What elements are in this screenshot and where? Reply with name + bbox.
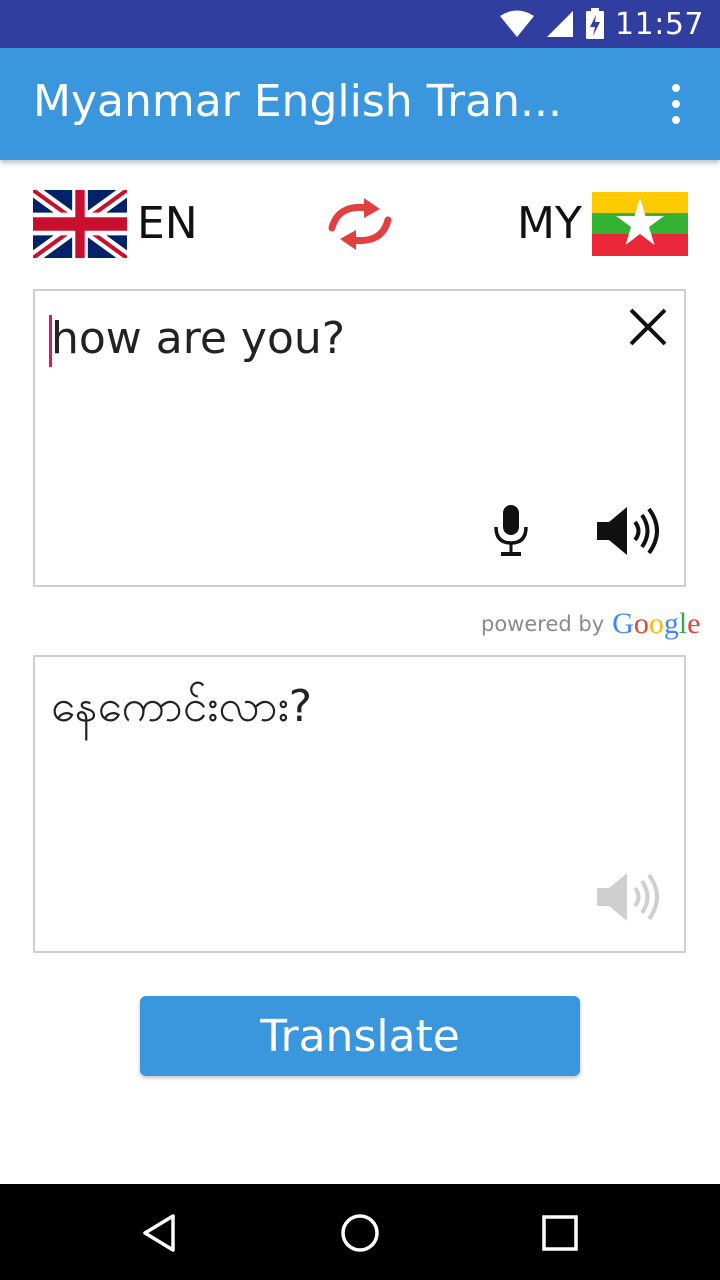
navigation-bar xyxy=(0,1184,720,1280)
translate-button[interactable]: Translate xyxy=(140,996,580,1076)
close-icon[interactable] xyxy=(626,305,670,349)
wifi-icon xyxy=(500,10,535,37)
google-letter: l xyxy=(678,607,688,640)
status-bar: 11:57 xyxy=(0,0,720,48)
recents-icon[interactable] xyxy=(539,1212,581,1254)
myanmar-flag-icon[interactable] xyxy=(592,192,688,256)
signal-icon xyxy=(547,11,574,37)
powered-by-label: powered by xyxy=(481,612,605,636)
translated-text: နေကောင်းလား? xyxy=(51,681,313,732)
google-letter: o xyxy=(633,607,649,640)
battery-charging-icon xyxy=(586,8,605,39)
google-letter: g xyxy=(663,607,679,640)
source-language-code[interactable]: EN xyxy=(137,198,198,249)
target-language-code[interactable]: MY xyxy=(517,198,582,249)
language-selector-row: EN MY xyxy=(0,186,720,262)
mic-icon[interactable] xyxy=(493,505,529,557)
speaker-icon[interactable] xyxy=(595,505,663,557)
google-letter: o xyxy=(648,607,664,640)
app-title: Myanmar English Tran... xyxy=(33,76,562,127)
google-letter: e xyxy=(687,607,701,640)
app-bar: Myanmar English Tran... xyxy=(0,48,720,160)
home-icon[interactable] xyxy=(339,1212,381,1254)
powered-by-google: powered by Google xyxy=(481,604,700,644)
uk-flag-icon[interactable] xyxy=(33,190,127,258)
speaker-icon[interactable] xyxy=(595,871,663,923)
swap-icon[interactable] xyxy=(324,194,396,254)
source-text-input[interactable]: how are you? xyxy=(51,313,345,364)
more-vert-icon[interactable] xyxy=(662,84,690,124)
translated-text-box: နေကောင်းလား? xyxy=(33,655,686,953)
source-text-box[interactable]: how are you? xyxy=(33,289,686,587)
google-logo: Google xyxy=(612,607,700,641)
status-time: 11:57 xyxy=(615,6,704,42)
google-letter: G xyxy=(612,607,634,640)
back-icon[interactable] xyxy=(139,1212,181,1254)
status-icons: 11:57 xyxy=(499,0,704,48)
